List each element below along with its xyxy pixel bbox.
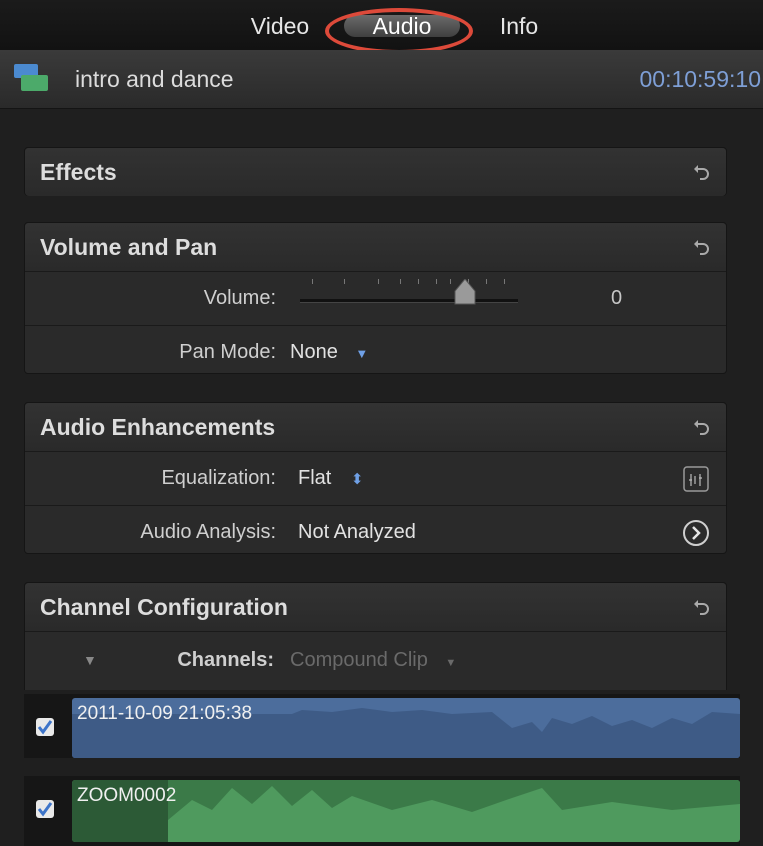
tab-audio[interactable]: Audio	[344, 10, 460, 42]
pan-mode-popup[interactable]: None ▼	[290, 326, 368, 380]
channel-configuration-section: Channel Configuration ▼ Channels: Compou…	[24, 582, 727, 690]
checkmark-icon	[37, 720, 53, 735]
clip-header: intro and dance 00:10:59:10	[0, 50, 763, 109]
inspector-tab-bar: Video Audio Info	[0, 0, 763, 54]
channel-track: ZOOM0002	[24, 776, 740, 846]
equalization-popup[interactable]: Flat ⬍	[298, 452, 363, 506]
dropdown-arrow-icon: ▼	[355, 346, 369, 361]
pan-mode-value: None	[290, 341, 338, 363]
clip-timecode: 00:10:59:10	[639, 66, 761, 92]
audio-analysis-label: Audio Analysis:	[140, 521, 276, 543]
eq-graph-icon[interactable]	[683, 466, 709, 492]
effects-header[interactable]: Effects	[25, 148, 726, 196]
volume-pan-header[interactable]: Volume and Pan	[25, 223, 726, 271]
audio-enhancements-header[interactable]: Audio Enhancements	[25, 403, 726, 451]
effects-section: Effects	[24, 147, 727, 196]
channel-waveform[interactable]: 2011-10-09 21:05:38	[72, 698, 740, 758]
tab-info[interactable]: Info	[490, 10, 548, 42]
section-title: Channel Configuration	[40, 594, 288, 620]
clip-name: intro and dance	[75, 66, 234, 92]
stepper-arrows-icon: ⬍	[350, 471, 364, 488]
channel-track: 2011-10-09 21:05:38	[24, 694, 740, 758]
compound-clip-icon	[14, 64, 48, 91]
audio-analysis-value: Not Analyzed	[298, 521, 416, 543]
channel-name: 2011-10-09 21:05:38	[77, 703, 253, 724]
reset-arrow-icon[interactable]	[691, 418, 711, 438]
volume-pan-section: Volume and Pan Volume: 0 Pan Mode: None …	[24, 222, 727, 374]
chevron-circle-right-icon[interactable]	[682, 519, 710, 547]
pan-mode-label: Pan Mode:	[179, 341, 276, 363]
volume-slider-thumb[interactable]	[454, 279, 476, 305]
section-title: Audio Enhancements	[40, 414, 276, 440]
channels-label: Channels:	[177, 649, 274, 671]
equalization-value: Flat	[298, 467, 332, 489]
volume-label: Volume:	[203, 287, 276, 309]
reset-arrow-icon[interactable]	[691, 238, 711, 258]
channels-popup[interactable]: Compound Clip ▼	[290, 632, 456, 691]
tab-audio-label: Audio	[372, 13, 432, 39]
section-title: Effects	[40, 159, 117, 185]
equalization-label: Equalization:	[161, 467, 276, 489]
pan-mode-row: Pan Mode: None ▼	[25, 325, 726, 379]
channels-row: ▼ Channels: Compound Clip ▼	[25, 631, 726, 688]
volume-slider[interactable]	[300, 279, 518, 305]
dropdown-arrow-icon: ▼	[445, 657, 457, 669]
channel-name: ZOOM0002	[77, 785, 177, 806]
section-title: Volume and Pan	[40, 234, 218, 260]
channel-checkbox[interactable]	[36, 718, 54, 736]
checkmark-icon	[37, 802, 53, 817]
channel-configuration-header[interactable]: Channel Configuration	[25, 583, 726, 631]
volume-value: 0	[611, 287, 623, 309]
channels-value: Compound Clip	[290, 649, 428, 671]
tab-video[interactable]: Video	[242, 10, 318, 42]
channel-waveform[interactable]: ZOOM0002	[72, 780, 740, 842]
equalization-row: Equalization: Flat ⬍	[25, 451, 726, 505]
audio-analysis-row: Audio Analysis: Not Analyzed	[25, 505, 726, 559]
reset-arrow-icon[interactable]	[691, 598, 711, 618]
audio-enhancements-section: Audio Enhancements Equalization: Flat ⬍ …	[24, 402, 727, 554]
reset-arrow-icon[interactable]	[691, 163, 711, 183]
volume-row: Volume: 0	[25, 271, 726, 325]
channel-checkbox[interactable]	[36, 800, 54, 818]
